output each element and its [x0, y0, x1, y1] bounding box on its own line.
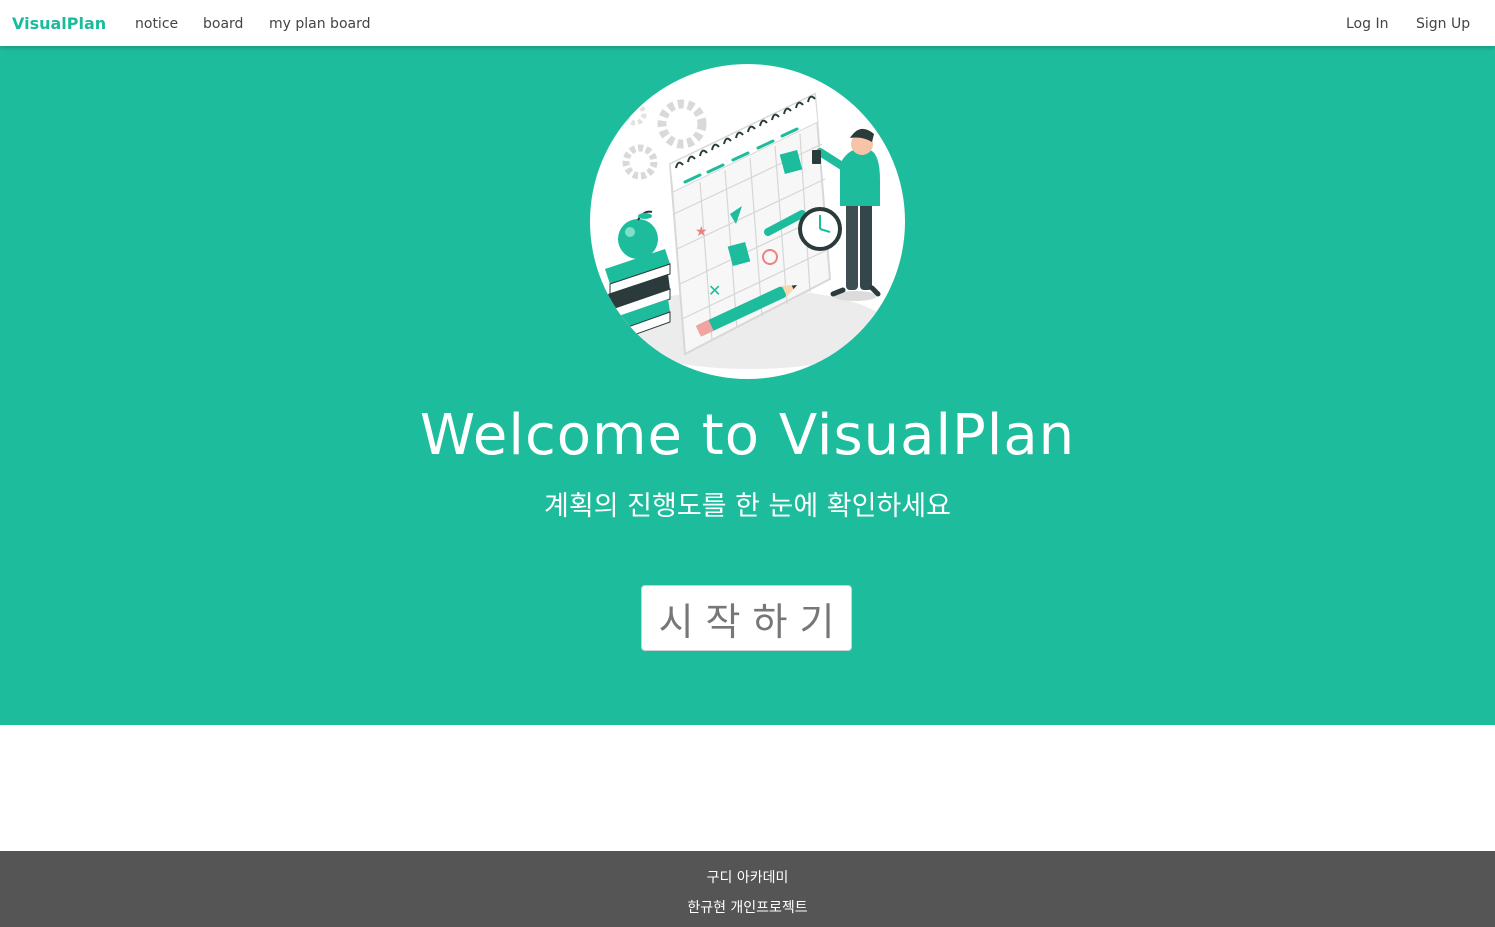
hero-subtitle: 계획의 진행도를 한 눈에 확인하세요 — [544, 491, 951, 522]
brand-logo-link[interactable]: VisualPlan — [12, 14, 106, 33]
footer-project-text: 한규현 개인프로젝트 — [687, 900, 808, 916]
signup-link[interactable]: Sign Up — [1416, 16, 1470, 32]
login-link[interactable]: Log In — [1346, 16, 1388, 32]
nav-link-notice[interactable]: notice — [135, 16, 178, 32]
start-button[interactable]: 시작하기 — [641, 585, 852, 651]
footer-academy-text: 구디 아카데미 — [706, 870, 789, 886]
nav-link-my-plan-board[interactable]: my plan board — [269, 16, 370, 32]
calendar-planning-illustration-icon: ★ ✕ — [590, 64, 905, 379]
nav-link-board[interactable]: board — [203, 16, 243, 32]
svg-text:★: ★ — [695, 224, 708, 240]
hero-title: Welcome to VisualPlan — [419, 403, 1076, 468]
hero-section: ★ ✕ Welcome to VisualPlan 계획의 진행도를 한 눈에 … — [0, 46, 1495, 725]
top-navbar: VisualPlan notice board my plan board Lo… — [0, 0, 1495, 46]
footer: 구디 아카데미 한규현 개인프로젝트 — [0, 851, 1495, 927]
svg-text:✕: ✕ — [708, 281, 721, 300]
